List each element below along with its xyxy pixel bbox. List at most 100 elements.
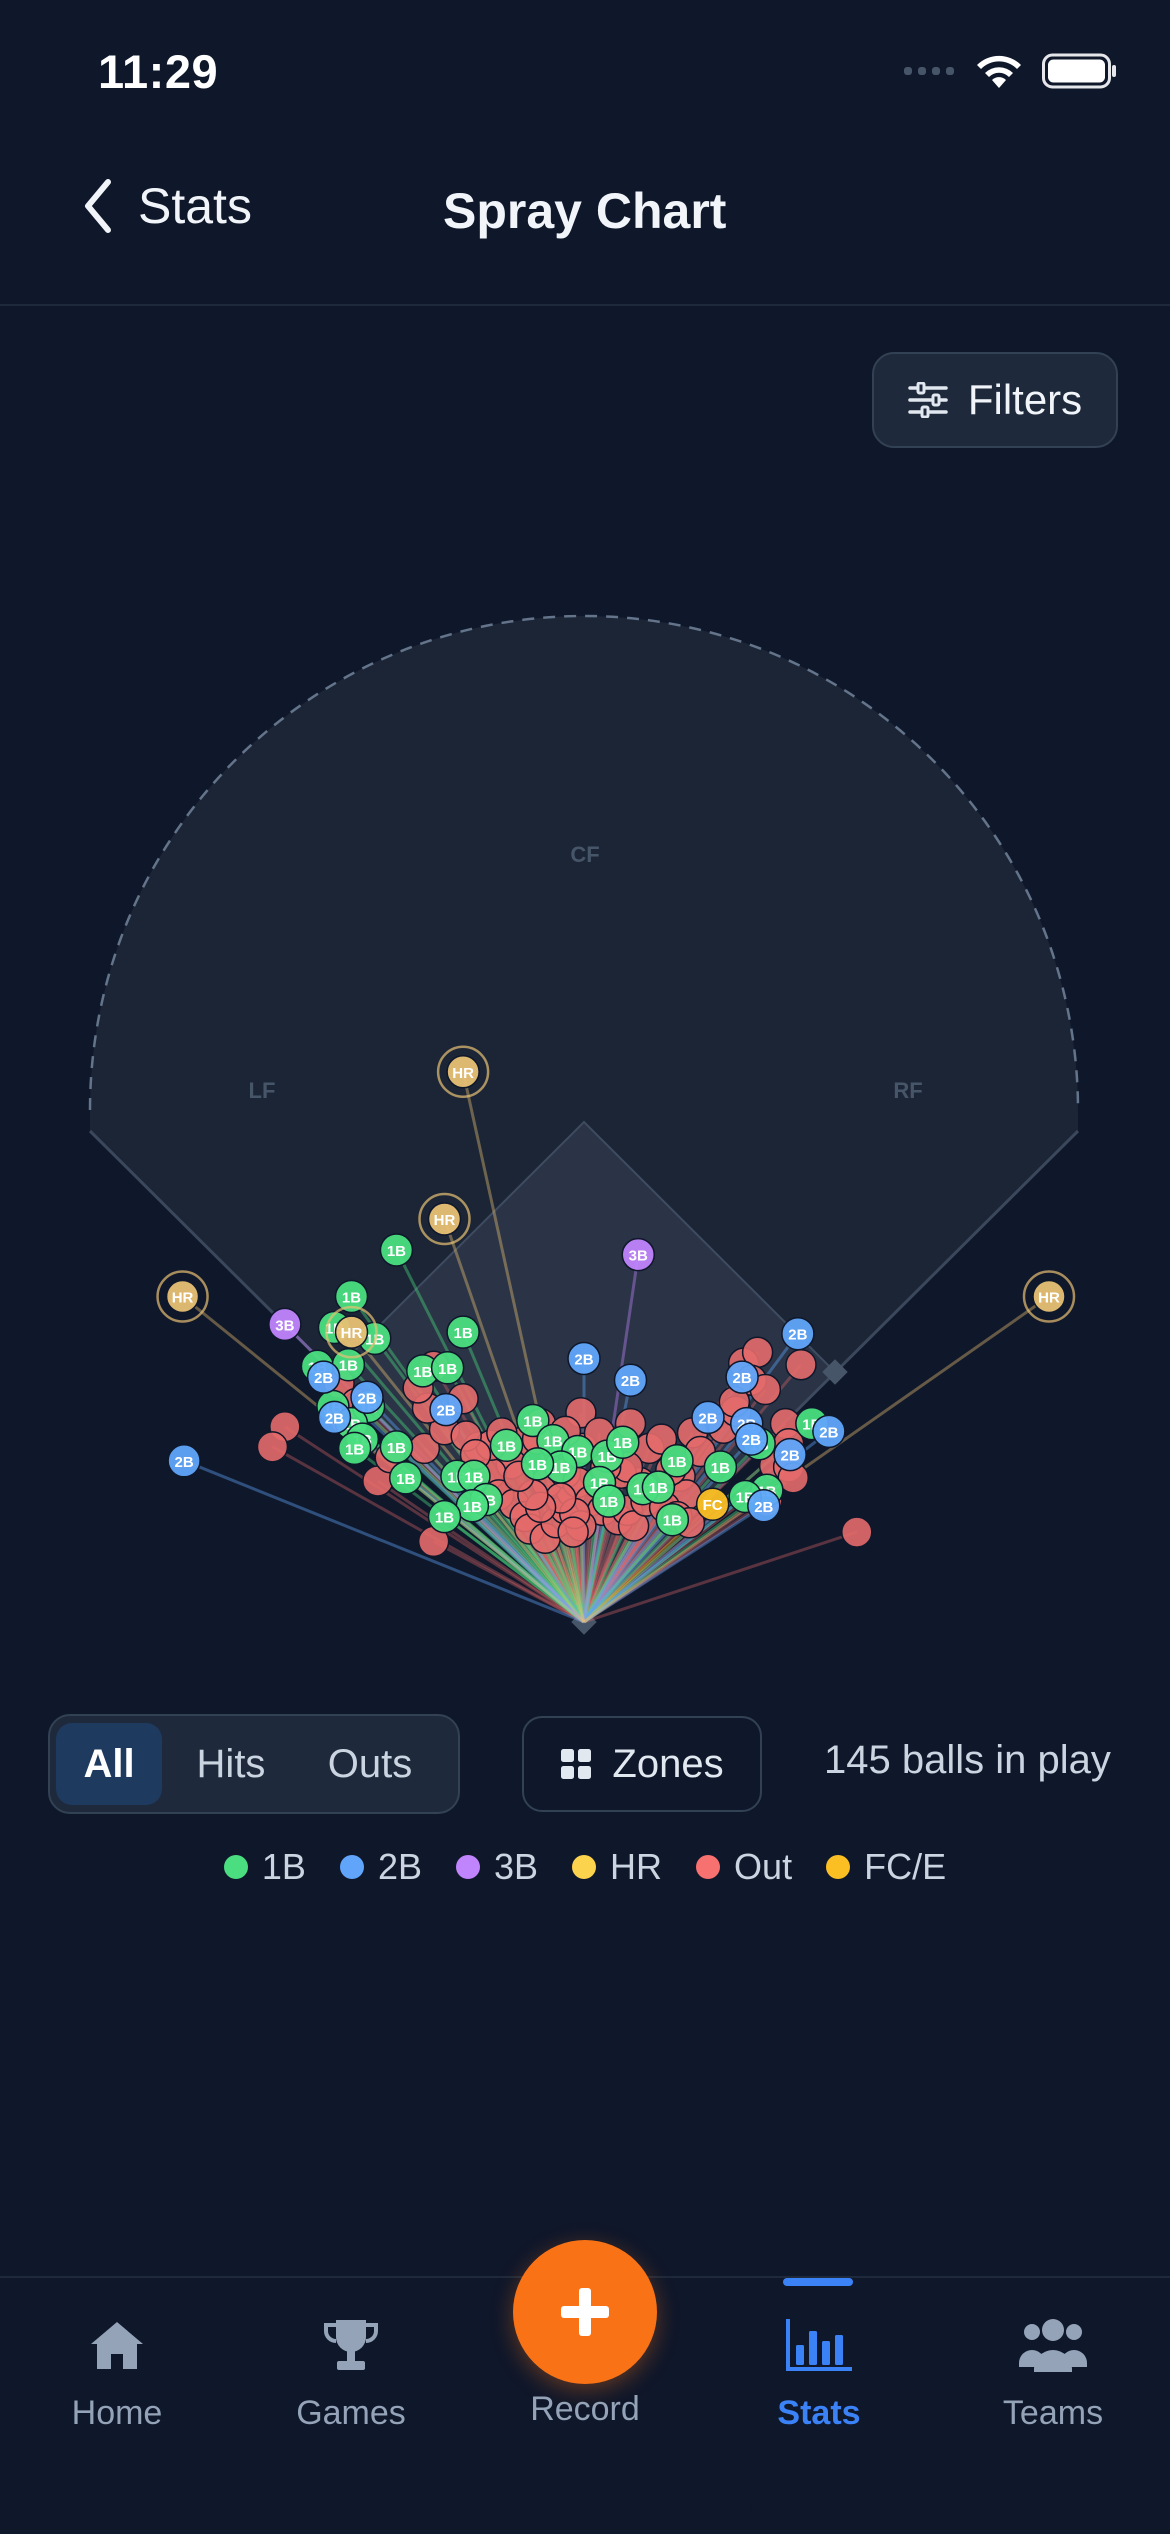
ball-marker-3b[interactable]: 3B bbox=[621, 1237, 655, 1272]
ball-label: 1B bbox=[663, 1513, 682, 1530]
filters-button[interactable]: Filters bbox=[872, 352, 1118, 448]
ball-dot bbox=[841, 1516, 873, 1548]
people-icon bbox=[1019, 2319, 1087, 2372]
ball-label: 1B bbox=[599, 1494, 618, 1511]
ball-dot bbox=[785, 1348, 817, 1381]
ball-marker-2b[interactable]: 2B bbox=[734, 1422, 769, 1456]
ball-marker-2b[interactable]: 2B bbox=[613, 1363, 648, 1397]
ball-marker-1b[interactable]: 1B bbox=[446, 1315, 480, 1349]
ball-label: 1B bbox=[387, 1243, 406, 1260]
zones-button[interactable]: Zones bbox=[522, 1716, 762, 1812]
ball-label: HR bbox=[452, 1065, 474, 1082]
page-title: Spray Chart bbox=[443, 183, 727, 239]
ball-label: 2B bbox=[819, 1424, 838, 1441]
ball-marker-2b[interactable]: 2B bbox=[306, 1360, 341, 1394]
ball-label: 2B bbox=[781, 1448, 800, 1465]
segment-hits[interactable]: Hits bbox=[162, 1723, 300, 1805]
ball-label: 2B bbox=[621, 1373, 640, 1390]
ball-marker-hr[interactable]: HR bbox=[156, 1270, 209, 1323]
legend-label: 1B bbox=[261, 1846, 306, 1887]
segment-all[interactable]: All bbox=[56, 1723, 162, 1805]
back-button[interactable]: Stats bbox=[80, 176, 252, 236]
ball-label: 2B bbox=[733, 1370, 752, 1387]
ball-marker-1b[interactable]: 1B bbox=[489, 1428, 524, 1463]
ball-marker-1b[interactable]: 1B bbox=[379, 1233, 414, 1267]
controls-row: All Hits Outs Zones 145 balls in play bbox=[0, 1712, 1170, 1814]
ball-label: 1B bbox=[463, 1499, 482, 1516]
tab-games[interactable]: Games bbox=[234, 2278, 468, 2478]
ball-marker-1b[interactable]: 1B bbox=[427, 1499, 462, 1534]
trophy-icon bbox=[324, 2320, 378, 2370]
ball-marker-out[interactable] bbox=[785, 1348, 817, 1381]
record-button[interactable] bbox=[513, 2240, 657, 2384]
ball-marker-out[interactable] bbox=[557, 1516, 589, 1548]
ball-marker-1b[interactable]: 1B bbox=[641, 1470, 676, 1504]
ball-marker-1b[interactable]: 1B bbox=[655, 1502, 690, 1537]
ball-label: HR bbox=[341, 1325, 363, 1342]
filters-label: Filters bbox=[967, 376, 1083, 423]
ball-marker-2b[interactable]: 2B bbox=[429, 1392, 463, 1427]
ball-marker-3b[interactable]: 3B bbox=[268, 1307, 302, 1342]
legend-label: FC/E bbox=[864, 1846, 947, 1887]
ball-marker-out[interactable] bbox=[841, 1516, 873, 1548]
battery-icon bbox=[1042, 53, 1116, 89]
ball-marker-2b[interactable]: 2B bbox=[747, 1489, 781, 1523]
ball-marker-2b[interactable]: 2B bbox=[773, 1437, 807, 1472]
legend-dot bbox=[456, 1855, 480, 1879]
sliders-icon bbox=[908, 382, 948, 418]
ball-marker-2b[interactable]: 2B bbox=[350, 1380, 384, 1414]
ball-marker-2b[interactable]: 2B bbox=[691, 1400, 725, 1435]
tab-teams[interactable]: Teams bbox=[936, 2278, 1170, 2478]
ball-label: 1B bbox=[523, 1414, 542, 1431]
ball-label: 1B bbox=[543, 1434, 562, 1451]
tab-icon-wrap bbox=[1017, 2314, 1089, 2376]
ball-marker-1b[interactable]: 1B bbox=[703, 1450, 738, 1484]
ball-marker-2b[interactable]: 2B bbox=[567, 1341, 601, 1376]
spray-chart[interactable]: LF CF RF 1B1B1B 1B1B1B 1B 1B1B1B1B 1B1B1B1B1… bbox=[0, 460, 1170, 1660]
tab-home[interactable]: Home bbox=[0, 2278, 234, 2478]
tab-stats[interactable]: Stats bbox=[702, 2278, 936, 2478]
cellular-signal-icon bbox=[904, 67, 954, 75]
legend-label: 2B bbox=[377, 1846, 422, 1887]
rf-label: RF bbox=[893, 1078, 922, 1103]
ball-marker-1b[interactable]: 1B bbox=[606, 1425, 640, 1459]
ball-label: 2B bbox=[357, 1390, 376, 1407]
ball-label: 2B bbox=[436, 1403, 455, 1420]
ball-label: 1B bbox=[454, 1325, 473, 1342]
tab-icon-wrap bbox=[784, 2314, 854, 2376]
ball-marker-2b[interactable]: 2B bbox=[167, 1444, 201, 1478]
segment-outs[interactable]: Outs bbox=[300, 1723, 440, 1805]
balls-in-play-count: 145 balls in play bbox=[824, 1738, 1111, 1782]
ball-marker-1b[interactable]: 1B bbox=[430, 1351, 465, 1385]
ball-label: 2B bbox=[314, 1370, 333, 1387]
ball-marker-out[interactable] bbox=[256, 1431, 289, 1463]
ball-marker-2b[interactable]: 2B bbox=[812, 1414, 846, 1449]
ball-label: 3B bbox=[629, 1248, 648, 1265]
ball-marker-1b[interactable]: 1B bbox=[520, 1447, 555, 1481]
home-indicator bbox=[418, 2506, 752, 2516]
ball-marker-2b[interactable]: 2B bbox=[725, 1360, 759, 1394]
ball-label: 1B bbox=[649, 1480, 668, 1497]
legend-item-fce: FC/E bbox=[826, 1846, 946, 1888]
legend-dot bbox=[339, 1855, 364, 1879]
ball-marker-2b[interactable]: 2B bbox=[317, 1400, 352, 1435]
ball-marker-2b[interactable]: 2B bbox=[781, 1316, 815, 1351]
ball-label: 2B bbox=[742, 1432, 761, 1449]
ball-label: 1B bbox=[413, 1364, 432, 1381]
ball-label: 2B bbox=[175, 1454, 194, 1471]
ball-marker-1b[interactable]: 1B bbox=[592, 1484, 626, 1518]
ball-marker-fc[interactable]: FC bbox=[695, 1487, 730, 1521]
ball-marker-1b[interactable]: 1B bbox=[389, 1461, 423, 1495]
chevron-left-icon bbox=[85, 179, 111, 233]
ball-marker-1b[interactable]: 1B bbox=[660, 1444, 694, 1478]
status-bar: 11:29 bbox=[0, 0, 1170, 140]
ball-label: 1B bbox=[345, 1441, 364, 1458]
ball-marker-1b[interactable]: 1B bbox=[337, 1431, 372, 1466]
legend-item-hr: HR bbox=[572, 1846, 662, 1888]
ball-label: 1B bbox=[339, 1358, 358, 1375]
back-label: Stats bbox=[138, 178, 252, 234]
legend: 1B 2B 3B HR Out FC/E bbox=[0, 1846, 1170, 1888]
record-label: Record bbox=[530, 2390, 640, 2428]
ball-marker-1b[interactable]: 1B bbox=[379, 1430, 414, 1464]
ball-marker-hr[interactable]: HR bbox=[1022, 1270, 1076, 1323]
